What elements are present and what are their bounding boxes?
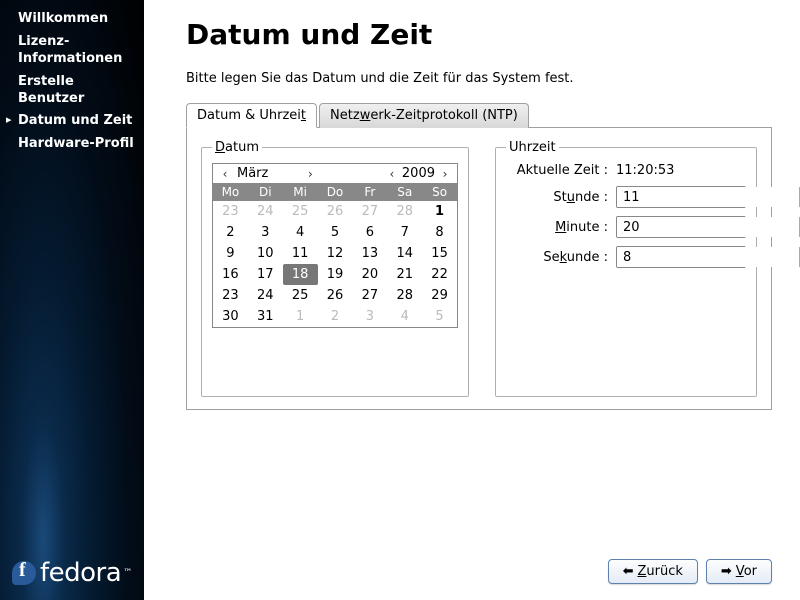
footer-buttons: ⬅ Zurück ➡ Vor (186, 545, 772, 584)
fedora-logo-text: fedora (40, 558, 121, 588)
calendar-day[interactable]: 18 (283, 264, 318, 285)
second-label: Sekunde : (506, 250, 616, 265)
calendar-day[interactable]: 16 (213, 264, 248, 285)
hour-spinner[interactable]: ▲▼ (616, 186, 746, 208)
calendar-dow: Fr (352, 183, 387, 201)
sidebar-item-2[interactable]: Erstelle Benutzer (0, 71, 144, 111)
calendar: ‹ März › ‹ 2009 › MoDiMiDoFrSaSo23242526… (212, 163, 458, 328)
calendar-day[interactable]: 4 (283, 222, 318, 243)
sidebar-item-3[interactable]: Datum und Zeit (0, 110, 144, 133)
calendar-day[interactable]: 21 (387, 264, 422, 285)
calendar-day[interactable]: 25 (283, 285, 318, 306)
minute-input[interactable] (617, 217, 799, 237)
calendar-grid: MoDiMiDoFrSaSo23242526272812345678910111… (213, 183, 457, 327)
calendar-dow: Do (318, 183, 353, 201)
prev-month-button[interactable]: ‹ (217, 167, 233, 181)
sidebar-item-1[interactable]: Lizenz-Informationen (0, 31, 144, 71)
calendar-day: 5 (422, 306, 457, 327)
calendar-day: 2 (318, 306, 353, 327)
calendar-dow: So (422, 183, 457, 201)
calendar-day[interactable]: 12 (318, 243, 353, 264)
back-button[interactable]: ⬅ Zurück (608, 559, 698, 584)
minute-spinner[interactable]: ▲▼ (616, 216, 746, 238)
sidebar-item-4[interactable]: Hardware-Profil (0, 133, 144, 156)
date-legend: Datum (212, 140, 262, 155)
calendar-day[interactable]: 30 (213, 306, 248, 327)
calendar-day[interactable]: 13 (352, 243, 387, 264)
calendar-day[interactable]: 8 (422, 222, 457, 243)
calendar-day[interactable]: 19 (318, 264, 353, 285)
time-legend: Uhrzeit (506, 140, 559, 155)
hour-input[interactable] (617, 187, 799, 207)
calendar-day[interactable]: 23 (213, 285, 248, 306)
sidebar: WillkommenLizenz-InformationenErstelle B… (0, 0, 144, 600)
sidebar-item-0[interactable]: Willkommen (0, 8, 144, 31)
calendar-day[interactable]: 5 (318, 222, 353, 243)
current-time-label: Aktuelle Zeit : (506, 163, 616, 178)
calendar-dow: Mi (283, 183, 318, 201)
calendar-day: 26 (318, 201, 353, 222)
calendar-year: 2009 (400, 166, 437, 181)
fedora-logo: fedora™ (12, 558, 132, 588)
calendar-day[interactable]: 10 (248, 243, 283, 264)
calendar-header: ‹ März › ‹ 2009 › (213, 164, 457, 183)
calendar-day[interactable]: 9 (213, 243, 248, 264)
calendar-day[interactable]: 24 (248, 285, 283, 306)
trademark-symbol: ™ (123, 568, 132, 578)
forward-button[interactable]: ➡ Vor (706, 559, 772, 584)
calendar-day[interactable]: 27 (352, 285, 387, 306)
calendar-day: 23 (213, 201, 248, 222)
calendar-day[interactable]: 31 (248, 306, 283, 327)
calendar-day[interactable]: 6 (352, 222, 387, 243)
calendar-day[interactable]: 26 (318, 285, 353, 306)
calendar-dow: Mo (213, 183, 248, 201)
calendar-day: 28 (387, 201, 422, 222)
arrow-left-icon: ⬅ (623, 564, 634, 579)
calendar-day[interactable]: 14 (387, 243, 422, 264)
calendar-day[interactable]: 11 (283, 243, 318, 264)
calendar-day: 24 (248, 201, 283, 222)
calendar-day[interactable]: 7 (387, 222, 422, 243)
current-time-value: 11:20:53 (616, 163, 674, 178)
calendar-day: 1 (283, 306, 318, 327)
tab-panel-datetime: Datum ‹ März › ‹ 2009 › MoDiMiDoFrSaSo23… (186, 128, 772, 410)
calendar-day[interactable]: 28 (387, 285, 422, 306)
calendar-day[interactable]: 15 (422, 243, 457, 264)
calendar-day[interactable]: 17 (248, 264, 283, 285)
next-year-button[interactable]: › (437, 167, 453, 181)
calendar-day: 3 (352, 306, 387, 327)
calendar-day[interactable]: 3 (248, 222, 283, 243)
calendar-day: 4 (387, 306, 422, 327)
arrow-right-icon: ➡ (721, 564, 732, 579)
next-month-button[interactable]: › (302, 167, 318, 181)
fedora-icon (12, 561, 36, 585)
tab-0[interactable]: Datum & Uhrzeit (186, 103, 317, 128)
page-intro: Bitte legen Sie das Datum und die Zeit f… (186, 71, 772, 86)
calendar-month: März (233, 166, 302, 181)
calendar-day[interactable]: 29 (422, 285, 457, 306)
calendar-day: 27 (352, 201, 387, 222)
main-content: Datum und Zeit Bitte legen Sie das Datum… (144, 0, 800, 600)
tab-1[interactable]: Netzwerk-Zeitprotokoll (NTP) (319, 103, 529, 128)
minute-label: Minute : (506, 220, 616, 235)
calendar-day: 25 (283, 201, 318, 222)
calendar-day[interactable]: 20 (352, 264, 387, 285)
date-group: Datum ‹ März › ‹ 2009 › MoDiMiDoFrSaSo23… (201, 140, 469, 397)
calendar-dow: Sa (387, 183, 422, 201)
page-title: Datum und Zeit (186, 18, 772, 51)
second-spinner[interactable]: ▲▼ (616, 246, 746, 268)
second-input[interactable] (617, 247, 799, 267)
calendar-day[interactable]: 1 (422, 201, 457, 222)
time-group: Uhrzeit Aktuelle Zeit : 11:20:53 Stunde … (495, 140, 757, 397)
calendar-day[interactable]: 22 (422, 264, 457, 285)
tab-bar: Datum & UhrzeitNetzwerk-Zeitprotokoll (N… (186, 102, 772, 128)
calendar-day[interactable]: 2 (213, 222, 248, 243)
calendar-dow: Di (248, 183, 283, 201)
prev-year-button[interactable]: ‹ (384, 167, 400, 181)
hour-label: Stunde : (506, 190, 616, 205)
